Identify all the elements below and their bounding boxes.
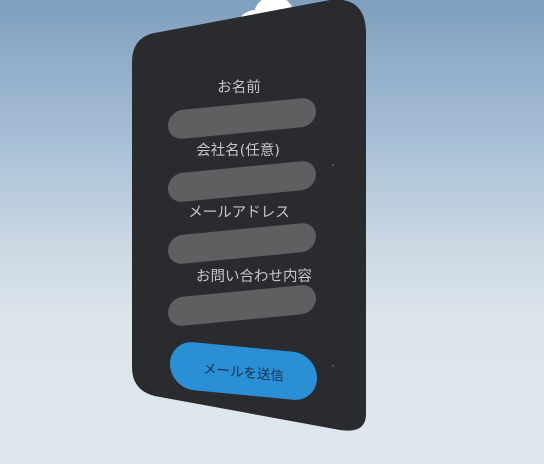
panel-marker (332, 164, 334, 166)
panel-marker (332, 365, 334, 367)
email-label: メールアドレス (188, 205, 290, 221)
contact-form-panel: お名前 会社名(任意) メールアドレス お問い合わせ内容 メールを送信 (132, 0, 368, 434)
company-label: 会社名(任意) (196, 143, 280, 159)
send-email-button-label: メールを送信 (203, 361, 284, 385)
name-label: お名前 (217, 80, 261, 96)
inquiry-label: お問い合わせ内容 (196, 269, 312, 285)
